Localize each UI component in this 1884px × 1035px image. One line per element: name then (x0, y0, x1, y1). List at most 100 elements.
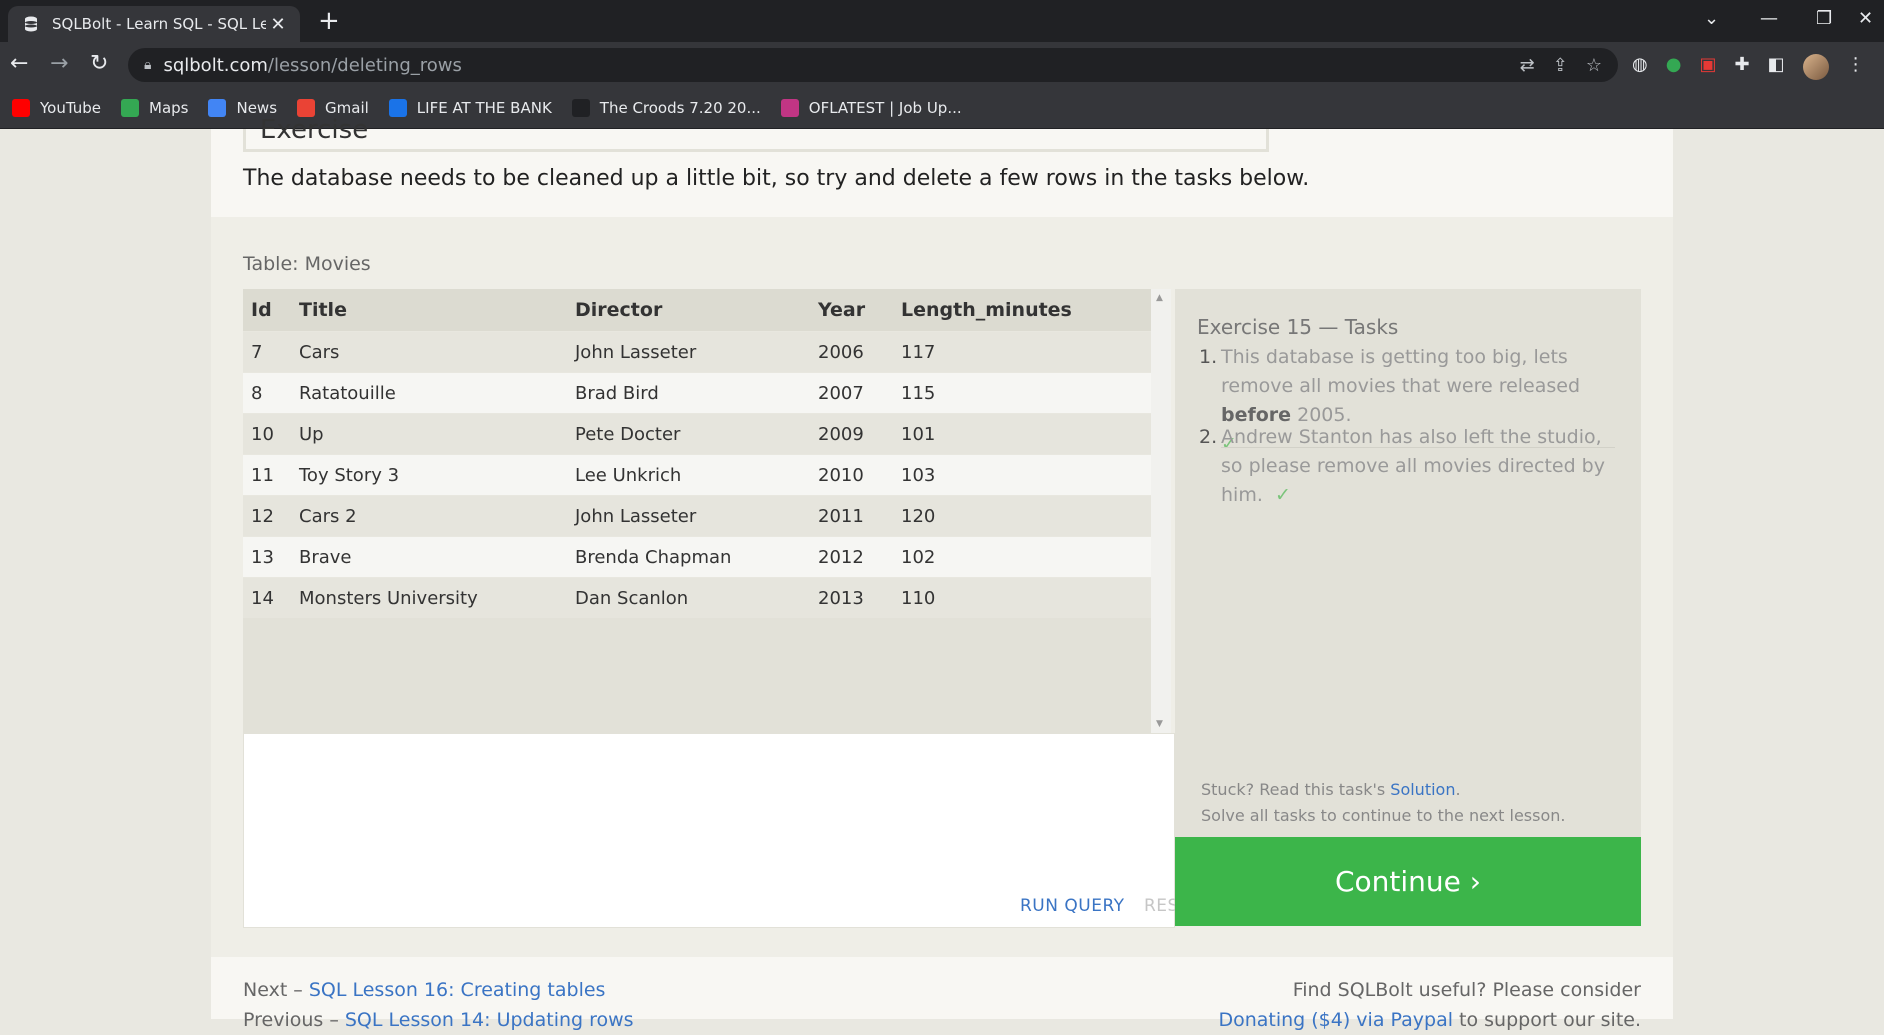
bookmark-item[interactable]: LIFE AT THE BANK (388, 99, 552, 117)
table-label: Table: Movies (243, 253, 371, 275)
table-cell: 2011 (818, 495, 901, 537)
restore-icon[interactable]: ❐ (1816, 8, 1832, 29)
table-cell: Monsters University (299, 577, 575, 618)
table-cell: Brave (299, 536, 575, 578)
back-icon[interactable]: ← (10, 52, 28, 76)
lesson-navigation: Next – SQL Lesson 16: Creating tables Pr… (243, 975, 634, 1035)
table-cell: 2012 (818, 536, 901, 578)
continue-button[interactable]: Continue › (1175, 837, 1641, 926)
table-header-row: Id Title Director Year Length_minutes (243, 289, 1151, 332)
bookmark-item[interactable]: YouTube (12, 99, 101, 117)
table-cell: Up (299, 413, 575, 455)
tasks-title: Exercise 15 — Tasks (1197, 315, 1399, 339)
minimize-icon[interactable]: — (1760, 8, 1778, 29)
table-cell: John Lasseter (575, 331, 818, 373)
previous-lesson-link[interactable]: SQL Lesson 14: Updating rows (345, 1009, 634, 1031)
bookmark-label: OFLATEST | Job Up... (808, 99, 962, 117)
side-panel-icon[interactable]: ◧ (1768, 54, 1785, 80)
previous-prefix: Previous – (243, 1009, 345, 1031)
solve-all-text: Solve all tasks to continue to the next … (1201, 806, 1566, 825)
forward-icon[interactable]: → (50, 52, 68, 76)
table-cell: 2006 (818, 331, 901, 373)
camera-extension-icon[interactable]: ● (1666, 54, 1682, 80)
profile-avatar[interactable] (1802, 54, 1829, 80)
lock-icon[interactable]: 🔒︎ (144, 57, 151, 73)
query-editor[interactable]: RUN QUERY RESET (243, 733, 1200, 928)
maps-icon (121, 99, 139, 117)
browser-tab-active[interactable]: SQLBolt - Learn SQL - SQL Lesso ✕ (8, 6, 300, 42)
table-row: 11 Toy Story 3 Lee Unkrich 2010 103 (243, 454, 1151, 496)
table-cell: 11 (243, 454, 299, 496)
column-header: Director (575, 289, 818, 332)
table-cell: Ratatouille (299, 372, 575, 414)
task-complete-check-icon: ✓ (1274, 484, 1291, 506)
url-text: sqlbolt.com/lesson/deleting_rows (163, 54, 462, 76)
table-row: 8 Ratatouille Brad Bird 2007 115 (243, 372, 1151, 414)
table-cell: 2010 (818, 454, 901, 496)
table-cell: Toy Story 3 (299, 454, 575, 496)
bookmark-item[interactable]: Maps (121, 99, 188, 117)
exercise-header-box: Exercise (243, 115, 1269, 152)
column-header: Id (243, 289, 299, 332)
task-number: 2. (1199, 426, 1218, 448)
translate-icon[interactable]: ⇄ (1520, 55, 1535, 76)
share-icon[interactable]: ⇪ (1553, 55, 1568, 76)
stuck-help: Stuck? Read this task's Solution. Solve … (1201, 777, 1565, 829)
lesson-content: Exercise The database needs to be cleane… (211, 115, 1673, 1031)
table-cell: 117 (901, 331, 1151, 373)
new-tab-icon[interactable]: + (318, 8, 340, 34)
table-row: 14 Monsters University Dan Scanlon 2013 110 (243, 577, 1151, 618)
useful-text: Find SQLBolt useful? Please consider (1292, 979, 1641, 1001)
stuck-text: Stuck? Read this task's (1201, 780, 1391, 799)
close-window-icon[interactable]: ✕ (1858, 8, 1873, 29)
bookmark-star-icon[interactable]: ☆ (1586, 55, 1602, 76)
instagram-icon (780, 99, 799, 117)
run-query-button[interactable]: RUN QUERY (1020, 896, 1125, 916)
table-cell: Cars (299, 331, 575, 373)
donate-suffix: to support our site. (1452, 1009, 1641, 1031)
table-cell: Cars 2 (299, 495, 575, 537)
play-icon (571, 99, 590, 117)
next-lesson-link[interactable]: SQL Lesson 16: Creating tables (309, 979, 606, 1001)
address-bar[interactable]: 🔒︎ sqlbolt.com/lesson/deleting_rows ⇄ ⇪ … (128, 48, 1618, 82)
exercise-area: Table: Movies Id Title Director Year Length_… (211, 217, 1673, 957)
globe-extension-icon[interactable]: ◍ (1632, 54, 1648, 80)
donate-note: Find SQLBolt useful? Please consider Don… (1218, 975, 1641, 1035)
table-cell: 115 (901, 372, 1151, 414)
table-cell: Dan Scanlon (575, 577, 818, 618)
table-cell: Lee Unkrich (575, 454, 818, 496)
scroll-down-icon[interactable]: ▼ (1156, 719, 1163, 729)
extension-icon-red[interactable]: ▣ (1699, 54, 1716, 80)
task-text: This database is getting too big, lets r… (1221, 346, 1581, 397)
bank-icon (388, 99, 407, 117)
solution-link[interactable]: Solution (1390, 780, 1455, 799)
scroll-up-icon[interactable]: ▲ (1156, 293, 1163, 303)
table-cell: 120 (901, 495, 1151, 537)
table-cell: 101 (901, 413, 1151, 455)
results-scrollbar[interactable]: ▲ ▼ (1151, 289, 1171, 733)
bookmark-label: LIFE AT THE BANK (416, 99, 552, 117)
table-cell: Brad Bird (575, 372, 818, 414)
table-cell: 13 (243, 536, 299, 578)
puzzle-extensions-icon[interactable]: ✚ (1734, 54, 1749, 80)
tab-search-icon[interactable]: ⌄ (1704, 8, 1719, 29)
donate-link[interactable]: Donating ($4) via Paypal (1218, 1009, 1453, 1031)
column-header: Title (299, 289, 575, 332)
bookmark-label: YouTube (40, 99, 101, 117)
exercise-intro: The database needs to be cleaned up a li… (243, 166, 1310, 191)
bookmark-item[interactable]: The Croods 7.20 20... (571, 99, 761, 117)
exercise-heading: Exercise (260, 115, 369, 145)
reload-icon[interactable]: ↻ (90, 52, 108, 76)
table-cell: 7 (243, 331, 299, 373)
more-menu-icon[interactable]: ⋮ (1847, 54, 1865, 80)
table-cell: 102 (901, 536, 1151, 578)
bookmark-label: The Croods 7.20 20... (599, 99, 761, 117)
table-cell: Pete Docter (575, 413, 818, 455)
results-table-container: Id Title Director Year Length_minutes 7 Cars J… (243, 289, 1151, 733)
task-item-2: 2. Andrew Stanton has also left the stud… (1199, 423, 1615, 510)
table-row: 7 Cars John Lasseter 2006 117 (243, 331, 1151, 373)
close-tab-icon[interactable]: ✕ (266, 14, 290, 35)
news-icon (208, 99, 227, 117)
table-cell: 12 (243, 495, 299, 537)
bookmark-item[interactable]: OFLATEST | Job Up... (780, 99, 962, 117)
